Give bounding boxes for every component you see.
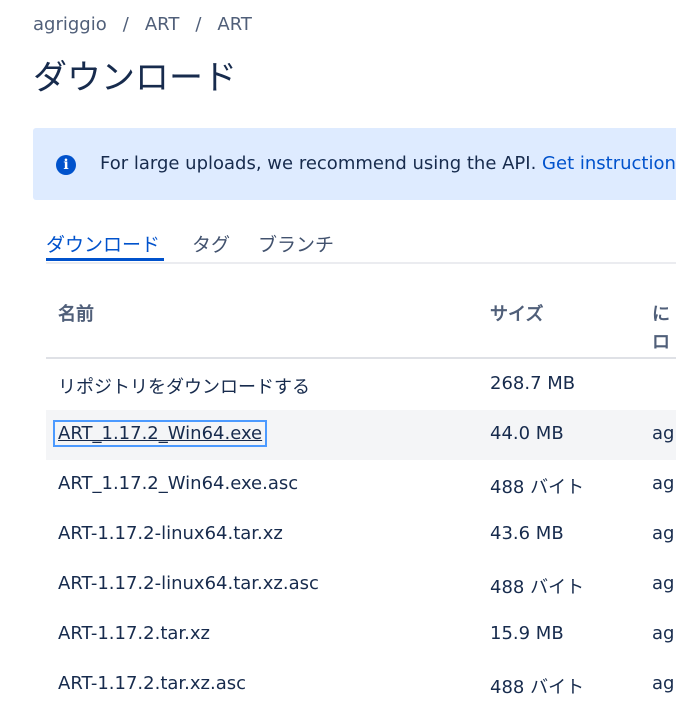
column-header-size[interactable]: サイズ: [490, 300, 543, 326]
get-instructions-link[interactable]: Get instructions: [542, 153, 676, 174]
info-banner: i For large uploads, we recommend using …: [33, 128, 676, 200]
uploader[interactable]: agr: [652, 473, 676, 494]
uploader[interactable]: agr: [652, 623, 676, 644]
column-header-uploaded-by[interactable]: に: [652, 300, 670, 326]
page-title: ダウンロード: [33, 58, 237, 98]
header-divider: [46, 357, 676, 359]
file-size: 488 バイト: [490, 477, 585, 498]
banner-text: For large uploads, we recommend using th…: [100, 153, 543, 174]
file-link[interactable]: ART-1.17.2-linux64.tar.xz.asc: [58, 573, 319, 594]
file-size: 44.0 MB: [490, 423, 564, 444]
breadcrumb-separator: /: [195, 14, 202, 35]
tab-bar: ダウンロード タグ ブランチ: [46, 226, 676, 264]
uploader[interactable]: agr: [652, 423, 676, 444]
file-link[interactable]: ART-1.17.2-linux64.tar.xz: [58, 523, 283, 544]
info-icon: i: [56, 155, 76, 175]
table-row: ART-1.17.2-linux64.tar.xz.asc 488 バイト ag…: [46, 560, 676, 610]
file-link[interactable]: ART_1.17.2_Win64.exe: [52, 420, 268, 447]
breadcrumb: agriggio / ART / ART: [33, 14, 252, 35]
table-row: ART-1.17.2-linux64.tar.xz 43.6 MB agr: [46, 510, 676, 560]
column-header-name[interactable]: 名前: [58, 300, 94, 326]
download-repository-link[interactable]: リポジトリをダウンロードする: [58, 373, 310, 399]
uploader[interactable]: agr: [652, 523, 676, 544]
breadcrumb-item-user[interactable]: agriggio: [33, 14, 107, 35]
breadcrumb-item-repo[interactable]: ART: [217, 14, 252, 35]
file-size: 488 バイト: [490, 677, 585, 698]
file-size: 488 バイト: [490, 577, 585, 598]
table-row: リポジトリをダウンロードする 268.7 MB: [46, 360, 676, 410]
table-row: ART-1.17.2.tar.xz 15.9 MB agr: [46, 610, 676, 660]
uploader[interactable]: agr: [652, 673, 676, 694]
uploader[interactable]: agr: [652, 573, 676, 594]
active-tab-indicator: [46, 258, 164, 261]
tab-branches[interactable]: ブランチ: [258, 230, 334, 257]
file-link[interactable]: ART_1.17.2_Win64.exe.asc: [58, 473, 298, 494]
table-row: ART_1.17.2_Win64.exe 44.0 MB agr: [46, 410, 676, 460]
file-link[interactable]: ART-1.17.2.tar.xz: [58, 623, 210, 644]
table-row: ART_1.17.2_Win64.exe.asc 488 バイト agr: [46, 460, 676, 510]
tab-downloads[interactable]: ダウンロード: [46, 230, 160, 257]
table-row: ART-1.17.2.tar.xz.asc 488 バイト agr: [46, 660, 676, 710]
breadcrumb-separator: /: [122, 14, 129, 35]
banner-message: For large uploads, we recommend using th…: [100, 153, 676, 174]
file-size: 268.7 MB: [490, 373, 576, 394]
column-header-uploaded-by-line2: ロ: [652, 332, 670, 353]
tab-tags[interactable]: タグ: [192, 230, 230, 257]
file-link[interactable]: ART-1.17.2.tar.xz.asc: [58, 673, 246, 694]
file-size: 15.9 MB: [490, 623, 564, 644]
file-size: 43.6 MB: [490, 523, 564, 544]
breadcrumb-item-project[interactable]: ART: [145, 14, 180, 35]
